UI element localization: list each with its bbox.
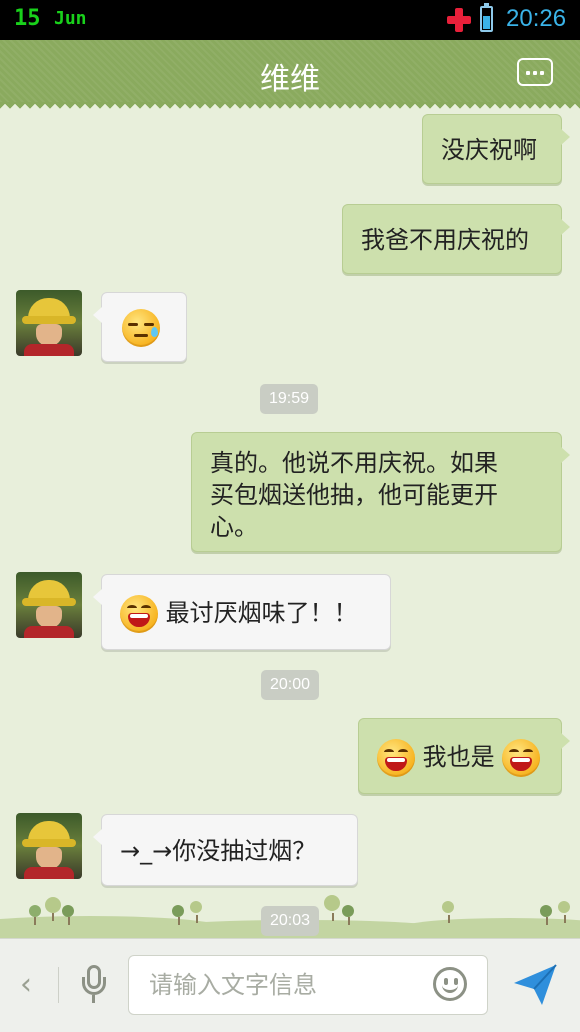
timestamp: 19:59 — [260, 384, 319, 414]
laugh-emoji-icon — [502, 739, 541, 777]
message-text: 没庆祝啊 — [441, 136, 537, 164]
contact-avatar[interactable] — [16, 572, 82, 638]
timestamp: 20:00 — [261, 670, 320, 700]
status-date: 15 — [14, 6, 41, 31]
laugh-emoji-icon — [377, 739, 415, 777]
incoming-message[interactable] — [93, 292, 187, 362]
message-text: 我爸不用庆祝的 — [361, 226, 529, 254]
message-text: 我也是 — [422, 743, 495, 771]
battery-icon — [480, 3, 493, 32]
medical-cross-icon — [447, 8, 471, 32]
message-text: 最讨厌烟味了！！ — [165, 599, 358, 627]
outgoing-message[interactable]: 真的。他说不用庆祝。如果 买包烟送他抽，他可能更开 心。 — [191, 432, 570, 552]
incoming-message[interactable]: 最讨厌烟味了！！ — [93, 574, 391, 650]
message-line: 买包烟送他抽，他可能更开 — [210, 481, 498, 509]
chat-header: 维维 — [0, 40, 580, 102]
outgoing-message[interactable]: 我也是 — [358, 718, 570, 794]
chevron-left-icon[interactable]: ‹ — [20, 967, 32, 1002]
status-month: Jun — [54, 8, 87, 29]
laugh-emoji-icon — [120, 595, 158, 633]
emoji-picker-icon[interactable] — [433, 967, 467, 1001]
outgoing-message[interactable]: 没庆祝啊 — [422, 114, 570, 184]
timestamp: 20:03 — [261, 906, 320, 936]
incoming-message[interactable]: →_→你没抽过烟？ — [93, 814, 358, 886]
contact-avatar[interactable] — [16, 290, 82, 356]
input-bar: ‹ — [0, 938, 580, 1032]
chat-title: 维维 — [260, 62, 320, 97]
more-options-icon[interactable] — [517, 58, 553, 86]
status-bar: 15 Jun 20:26 — [0, 0, 580, 40]
message-line: 心。 — [210, 513, 258, 541]
microphone-icon[interactable] — [80, 965, 108, 1005]
sweat-emoji-icon — [122, 309, 160, 347]
message-line: 真的。他说不用庆祝。如果 — [210, 449, 498, 477]
send-icon[interactable] — [512, 963, 558, 1007]
header-zigzag-edge — [0, 102, 580, 110]
message-text: →_→你没抽过烟？ — [120, 837, 317, 865]
outgoing-message[interactable]: 我爸不用庆祝的 — [342, 204, 570, 274]
divider — [58, 967, 59, 1003]
status-time: 20:26 — [506, 5, 567, 32]
message-list[interactable]: 没庆祝啊 我爸不用庆祝的 19:59 真的。他说不用庆祝。如果 买包烟送他抽，他… — [0, 110, 580, 938]
contact-avatar[interactable] — [16, 813, 82, 879]
